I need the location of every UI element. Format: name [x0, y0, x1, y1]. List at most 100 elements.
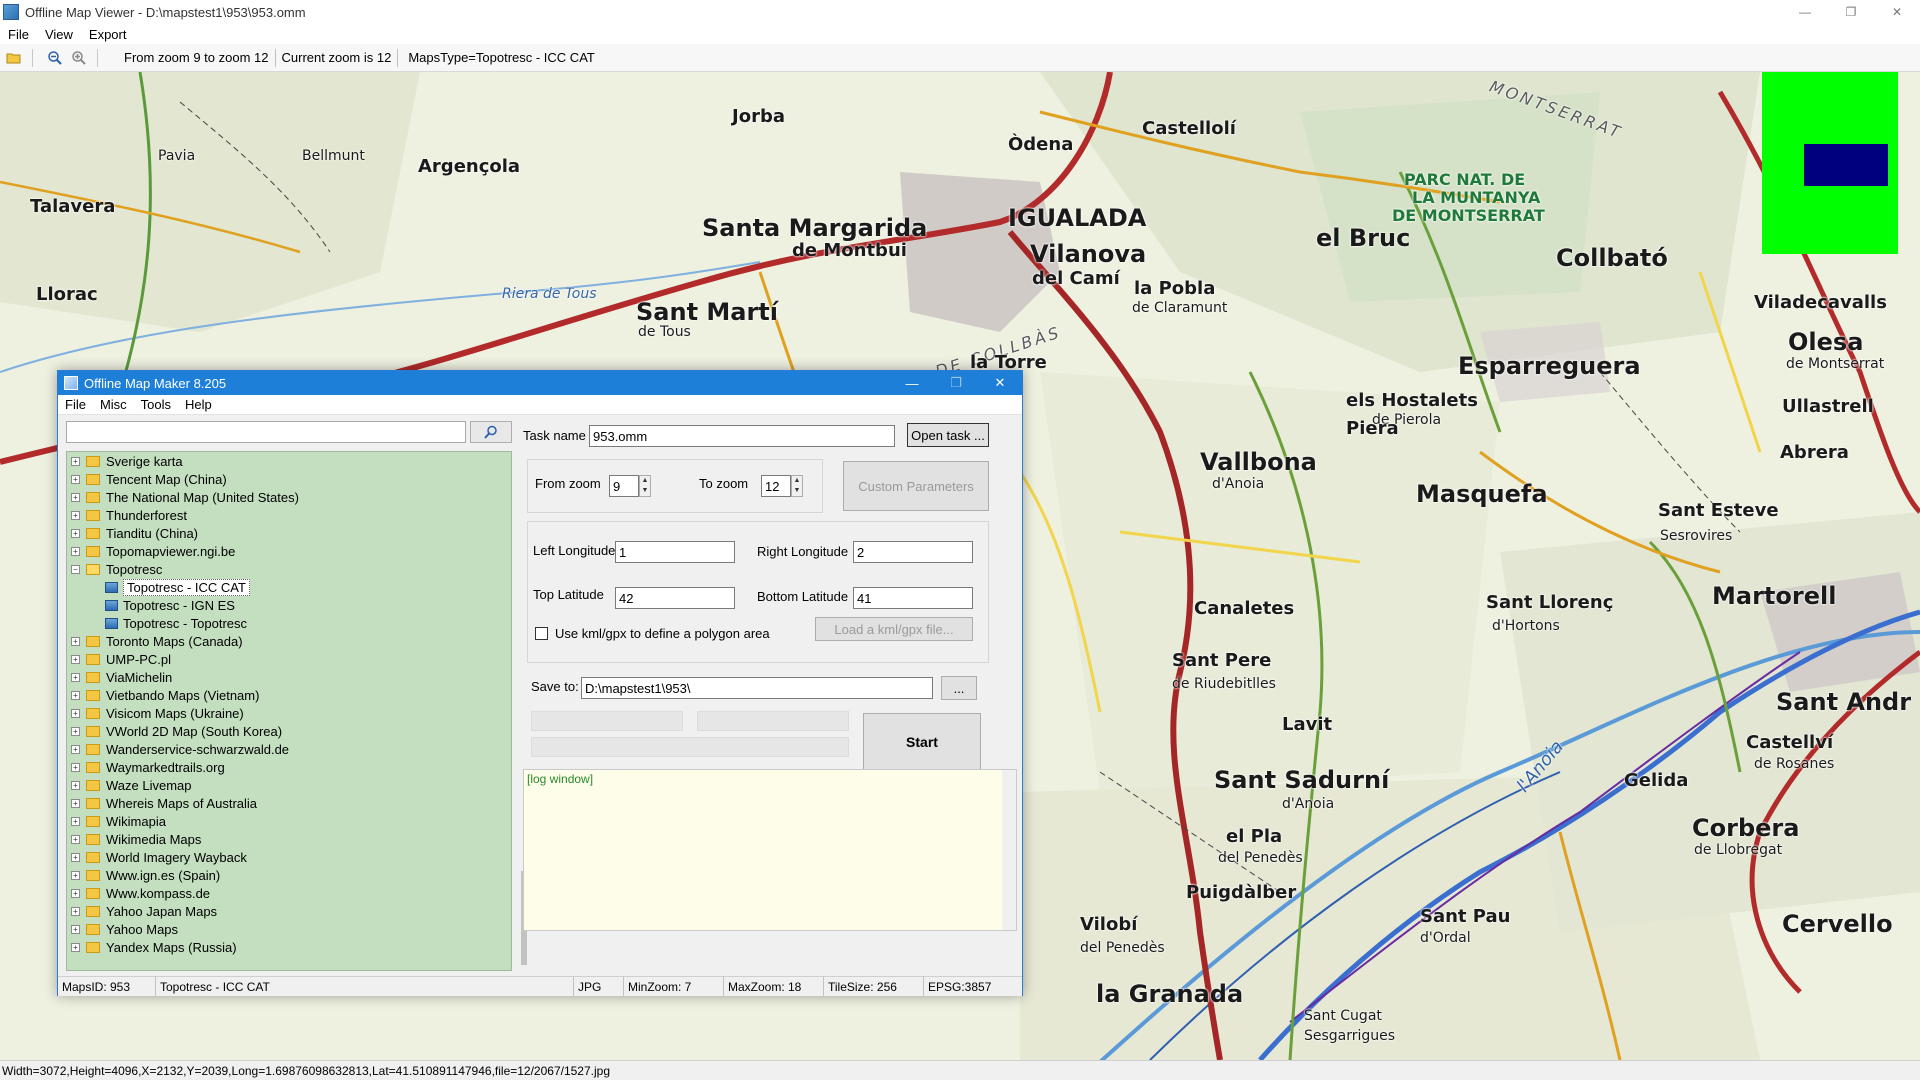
expand-icon[interactable]: + — [71, 906, 80, 916]
tree-folder-item[interactable]: + Waymarkedtrails.org — [67, 758, 511, 776]
status-maps-id: MapsID: 953 — [58, 977, 156, 997]
zoom-out-icon[interactable] — [45, 48, 65, 68]
tree-folder-item[interactable]: + Toronto Maps (Canada) — [67, 632, 511, 650]
expand-icon[interactable]: + — [71, 690, 80, 700]
expand-icon[interactable]: + — [71, 870, 80, 880]
expand-icon[interactable]: + — [71, 672, 80, 682]
map-source-tree[interactable]: + Sverige karta + Tencent Map (China) + The N… — [66, 451, 512, 971]
from-zoom-input[interactable]: 9 — [609, 475, 639, 497]
tree-folder-item[interactable]: + ViaMichelin — [67, 668, 511, 686]
tree-folder-item[interactable]: + World Imagery Wayback — [67, 848, 511, 866]
menu-view[interactable]: View — [37, 27, 81, 42]
expand-icon[interactable]: + — [71, 762, 80, 772]
to-zoom-input[interactable]: 12 — [761, 475, 791, 497]
save-to-input[interactable]: D:\mapstest1\953\ — [581, 677, 933, 699]
open-task-button[interactable]: Open task ... — [907, 423, 989, 447]
collapse-icon[interactable]: − — [71, 564, 80, 574]
menu-export[interactable]: Export — [81, 27, 135, 42]
task-name-input[interactable]: 953.omm — [589, 425, 895, 447]
tree-folder-item[interactable]: + Www.ign.es (Spain) — [67, 866, 511, 884]
tree-folder-item[interactable]: + Vietbando Maps (Vietnam) — [67, 686, 511, 704]
tree-leaf-item[interactable]: Topotresc - ICC CAT — [67, 578, 511, 596]
map-tile-icon — [105, 599, 118, 611]
dialog-menu-file[interactable]: File — [58, 397, 93, 412]
to-zoom-stepper[interactable]: ▲ ▼ — [791, 475, 803, 497]
top-latitude-input[interactable]: 42 — [615, 587, 735, 609]
tree-folder-item[interactable]: + Visicom Maps (Ukraine) — [67, 704, 511, 722]
tree-folder-item[interactable]: + Wanderservice-schwarzwald.de — [67, 740, 511, 758]
maximize-button[interactable]: ❐ — [1828, 0, 1874, 24]
task-name-label: Task name — [523, 428, 586, 443]
close-button[interactable]: ✕ — [1874, 0, 1920, 24]
expand-icon[interactable]: + — [71, 852, 80, 862]
bottom-latitude-input[interactable]: 41 — [853, 587, 973, 609]
tree-folder-item[interactable]: + Tianditu (China) — [67, 524, 511, 542]
tree-folder-item[interactable]: + Wikimapia — [67, 812, 511, 830]
tree-folder-item[interactable]: + Wikimedia Maps — [67, 830, 511, 848]
kml-checkbox[interactable] — [535, 627, 548, 640]
expand-icon[interactable]: + — [71, 816, 80, 826]
search-button[interactable] — [470, 421, 512, 443]
tree-folder-item[interactable]: + Thunderforest — [67, 506, 511, 524]
browse-button[interactable]: ... — [941, 676, 977, 700]
from-zoom-stepper[interactable]: ▲ ▼ — [639, 475, 651, 497]
tree-folder-item[interactable]: + Tencent Map (China) — [67, 470, 511, 488]
dialog-menu-help[interactable]: Help — [178, 397, 219, 412]
right-longitude-input[interactable]: 2 — [853, 541, 973, 563]
tree-folder-item[interactable]: + Www.kompass.de — [67, 884, 511, 902]
expand-icon[interactable]: + — [71, 528, 80, 538]
log-scrollbar[interactable] — [1002, 770, 1016, 930]
expand-icon[interactable]: + — [71, 636, 80, 646]
tree-folder-item[interactable]: + Sverige karta — [67, 452, 511, 470]
map-search-input[interactable] — [66, 421, 466, 443]
tree-leaf-item[interactable]: Topotresc - Topotresc — [67, 614, 511, 632]
tree-folder-item[interactable]: + Yahoo Maps — [67, 920, 511, 938]
task-settings-panel: Task name 953.omm Open task ... From zoo… — [523, 421, 1017, 981]
expand-icon[interactable]: + — [71, 510, 80, 520]
tree-folder-item[interactable]: + Whereis Maps of Australia — [67, 794, 511, 812]
expand-icon[interactable]: + — [71, 726, 80, 736]
expand-icon[interactable]: + — [71, 744, 80, 754]
overview-minimap[interactable] — [1762, 72, 1898, 254]
dialog-app-icon — [64, 376, 78, 390]
status-epsg: EPSG:3857 — [928, 980, 992, 994]
log-window[interactable]: [log window] — [523, 769, 1017, 931]
expand-icon[interactable]: + — [71, 708, 80, 718]
dialog-menu-misc[interactable]: Misc — [93, 397, 134, 412]
tree-folder-item[interactable]: + The National Map (United States) — [67, 488, 511, 506]
expand-icon[interactable]: + — [71, 474, 80, 484]
tree-folder-item[interactable]: + Waze Livemap — [67, 776, 511, 794]
minimize-button[interactable]: — — [1782, 0, 1828, 24]
expand-icon[interactable]: + — [71, 798, 80, 808]
expand-icon[interactable]: + — [71, 654, 80, 664]
tree-leaf-item[interactable]: Topotresc - IGN ES — [67, 596, 511, 614]
expand-icon[interactable]: + — [71, 492, 80, 502]
map-label: Santa Margarida — [702, 214, 928, 242]
tree-item-label: Yahoo Maps — [106, 921, 179, 937]
tree-folder-item[interactable]: + UMP-PC.pl — [67, 650, 511, 668]
expand-icon[interactable]: + — [71, 834, 80, 844]
menu-file[interactable]: File — [0, 27, 37, 42]
tree-folder-item[interactable]: + Yandex Maps (Russia) — [67, 938, 511, 956]
tree-folder-item[interactable]: − Topotresc — [67, 560, 511, 578]
expand-icon[interactable]: + — [71, 888, 80, 898]
overview-viewport[interactable] — [1804, 144, 1888, 186]
dialog-menu-tools[interactable]: Tools — [134, 397, 178, 412]
tree-folder-item[interactable]: + Topomapviewer.ngi.be — [67, 542, 511, 560]
expand-icon[interactable]: + — [71, 546, 80, 556]
tree-folder-item[interactable]: + VWorld 2D Map (South Korea) — [67, 722, 511, 740]
start-button[interactable]: Start — [863, 713, 981, 771]
expand-icon[interactable]: + — [71, 942, 80, 952]
custom-parameters-button[interactable]: Custom Parameters — [843, 461, 989, 511]
dialog-close-button[interactable]: ✕ — [978, 371, 1022, 395]
expand-icon[interactable]: + — [71, 924, 80, 934]
load-kml-button[interactable]: Load a kml/gpx file... — [815, 617, 973, 641]
left-longitude-input[interactable]: 1 — [615, 541, 735, 563]
expand-icon[interactable]: + — [71, 456, 80, 466]
expand-icon[interactable]: + — [71, 780, 80, 790]
zoom-in-icon[interactable] — [69, 48, 89, 68]
dialog-minimize-button[interactable]: — — [890, 371, 934, 395]
open-folder-icon[interactable] — [4, 48, 24, 68]
dialog-maximize-button[interactable]: ❐ — [934, 371, 978, 395]
tree-folder-item[interactable]: + Yahoo Japan Maps — [67, 902, 511, 920]
